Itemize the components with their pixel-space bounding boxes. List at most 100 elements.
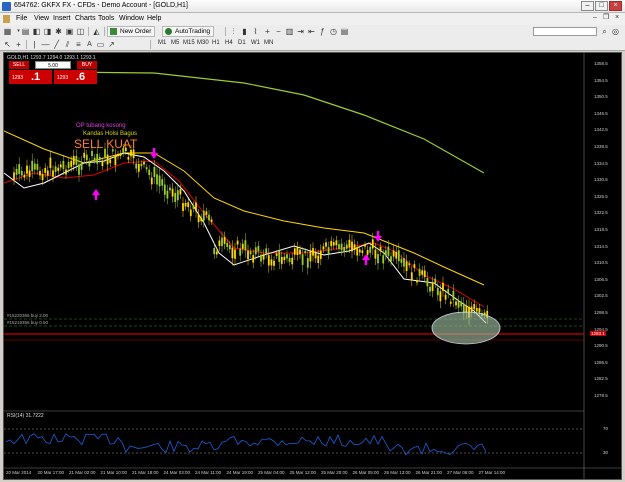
templates-icon[interactable]: ▤	[340, 27, 349, 36]
candle-body	[57, 167, 60, 171]
candle-body	[13, 172, 15, 180]
timeframe-m15[interactable]: M15	[183, 40, 195, 46]
menu-insert[interactable]: Insert	[53, 15, 71, 22]
sell-signal-annotation[interactable]: SELL KUAT	[74, 137, 137, 151]
window-title: 654762: GKFX FX - CFDs - Demo Account - …	[14, 2, 188, 9]
trendline-icon[interactable]: ╱	[52, 40, 61, 49]
horizontal-line-icon[interactable]: —	[41, 40, 50, 49]
annotation-text[interactable]: OP tubang kosong	[76, 123, 126, 129]
candle-body	[91, 150, 93, 157]
candle-body	[312, 248, 314, 256]
buy-label[interactable]: BUY	[77, 61, 97, 69]
price-chart[interactable]: GOLD,H1 1293.7 1294.0 1293.1 1293.1 SELL…	[3, 52, 622, 480]
buy-button[interactable]: 1293 .6	[54, 70, 97, 84]
candle-body	[96, 153, 99, 164]
candle-body	[153, 166, 156, 178]
drawing-toolbar: ↖ + | — ╱ ⫽ ≡ A ▭ ↗ M1 M5 M15 M30 H1 H4 …	[0, 38, 625, 51]
menu-tools[interactable]: Tools	[98, 15, 114, 22]
candle-body	[325, 242, 327, 247]
candle-body	[114, 155, 117, 166]
timeframe-mn[interactable]: MN	[264, 40, 273, 46]
community-icon[interactable]: ◎	[611, 27, 620, 36]
candle-body	[397, 250, 400, 262]
candle-body	[117, 153, 119, 157]
menu-window[interactable]: Window	[119, 15, 144, 22]
navigator-icon[interactable]: ✱	[54, 27, 63, 36]
candle-body	[299, 249, 301, 255]
time-axis-label: 25 Mar 20:00	[321, 470, 348, 475]
timeframe-d1[interactable]: D1	[238, 40, 246, 46]
chart-shift-icon[interactable]: ⇤	[307, 27, 316, 36]
candle-body	[254, 247, 257, 255]
timeframe-h4[interactable]: H4	[225, 40, 233, 46]
lot-size-input[interactable]: 5.00	[35, 61, 71, 69]
candle-body	[140, 163, 143, 167]
autoscroll-icon[interactable]: ⇥	[296, 27, 305, 36]
candlestick-icon[interactable]: ▮	[240, 27, 249, 36]
market-watch-icon[interactable]: ◧	[32, 27, 41, 36]
zoom-in-icon[interactable]: +	[263, 27, 272, 36]
candle-body	[455, 301, 457, 306]
line-chart-icon[interactable]: ⌇	[251, 27, 260, 36]
crosshair-icon[interactable]: +	[14, 40, 23, 49]
indicators-icon[interactable]: ƒ	[318, 27, 327, 36]
search-icon[interactable]: ⌕	[600, 27, 609, 36]
price-axis-label: 1294.5	[594, 326, 608, 332]
candle-body	[449, 301, 452, 304]
vertical-line-icon[interactable]: |	[30, 40, 39, 49]
profiles-icon[interactable]: ▤	[21, 27, 30, 36]
metaeditor-icon[interactable]: ◭	[92, 27, 101, 36]
bar-chart-icon[interactable]: ⫶	[229, 27, 238, 36]
arrows-icon[interactable]: ↗	[107, 40, 116, 49]
data-window-icon[interactable]: ◨	[43, 27, 52, 36]
candle-body	[270, 259, 273, 266]
terminal-icon[interactable]: ▣	[65, 27, 74, 36]
timeframe-w1[interactable]: W1	[251, 40, 260, 46]
new-order-button[interactable]: New Order	[107, 26, 156, 37]
cursor-icon[interactable]: ↖	[3, 40, 12, 49]
mdi-restore-button[interactable]: ❐	[602, 14, 610, 22]
candle-body	[452, 290, 455, 301]
text-tool-icon[interactable]: A	[85, 40, 94, 49]
candle-body	[400, 258, 403, 263]
candle-body	[161, 179, 164, 186]
maximize-button[interactable]: □	[595, 1, 608, 11]
candle-body	[377, 254, 379, 264]
timeframe-m30[interactable]: M30	[197, 40, 209, 46]
mdi-close-button[interactable]: ×	[613, 14, 621, 22]
text-label-icon[interactable]: ▭	[96, 40, 105, 49]
strategy-tester-icon[interactable]: ◫	[76, 27, 85, 36]
buy-price-big: .6	[76, 71, 86, 83]
new-chart-icon[interactable]: ▦	[3, 27, 12, 36]
mdi-minimize-button[interactable]: –	[591, 14, 599, 22]
autotrading-button[interactable]: AutoTrading	[162, 26, 215, 37]
sell-button[interactable]: 1293 .1	[9, 70, 52, 84]
pending-order-label[interactable]: #15220365 buy 2.00	[7, 313, 48, 318]
candle-body	[176, 190, 179, 201]
candle-body	[410, 272, 413, 281]
menu-charts[interactable]: Charts	[75, 15, 96, 22]
menu-view[interactable]: View	[34, 15, 49, 22]
candle-body	[192, 205, 195, 209]
zoom-out-icon[interactable]: −	[274, 27, 283, 36]
channel-icon[interactable]: ⫽	[63, 40, 72, 49]
minimize-button[interactable]: –	[581, 1, 594, 11]
tile-windows-icon[interactable]: ▥	[285, 27, 294, 36]
periods-icon[interactable]: ◷	[329, 27, 338, 36]
candle-body	[106, 154, 109, 165]
candle-body	[189, 209, 192, 217]
sell-label[interactable]: SELL	[9, 61, 29, 69]
fibonacci-icon[interactable]: ≡	[74, 40, 83, 49]
timeframe-h1[interactable]: H1	[212, 40, 220, 46]
pending-order-label[interactable]: #15219356 buy 0.50	[7, 320, 48, 325]
candle-body	[358, 249, 361, 253]
close-button[interactable]: ×	[609, 1, 622, 11]
search-input[interactable]	[533, 27, 597, 36]
timeframe-m1[interactable]: M1	[158, 40, 166, 46]
menu-file[interactable]: File	[16, 15, 27, 22]
candle-body	[41, 174, 44, 181]
candle-body	[416, 280, 418, 283]
menu-help[interactable]: Help	[147, 15, 161, 22]
chart-canvas[interactable]	[4, 53, 621, 479]
timeframe-m5[interactable]: M5	[171, 40, 179, 46]
